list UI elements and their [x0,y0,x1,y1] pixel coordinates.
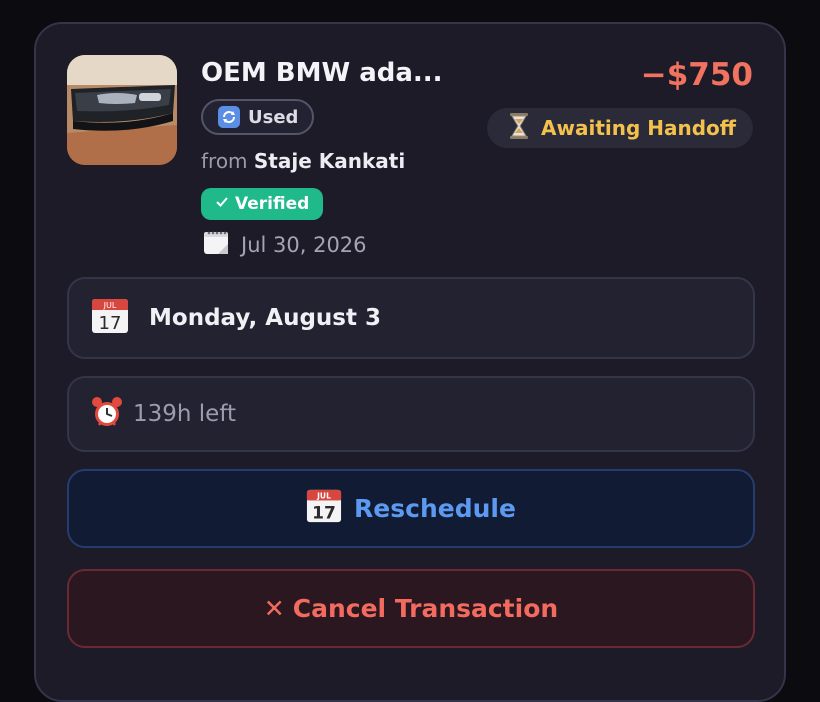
seller-name[interactable]: Staje Kankati [254,149,405,173]
notepad-calendar-icon [203,229,229,260]
time-remaining-box: 139h left [67,376,755,452]
verified-badge: Verified [201,188,324,220]
condition-badge: Used [201,99,315,135]
item-thumbnail[interactable] [67,55,177,165]
calendar-icon-day: 17 [99,313,122,334]
condition-label: Used [248,106,299,128]
repeat-icon [218,106,240,128]
calendar-icon-month: JUL [103,301,117,310]
status-label: Awaiting Handoff [541,116,736,140]
transaction-amount: −$750 [640,57,753,93]
meetup-date: Monday, August 3 [149,305,381,331]
cancel-transaction-button[interactable]: ✕ Cancel Transaction [67,569,755,648]
reschedule-button[interactable]: JUL 17 Reschedule [67,469,755,548]
calendar-icon: JUL 17 [306,488,342,530]
seller-line: from Staje Kankati [201,149,405,173]
hourglass-icon [509,112,529,144]
meetup-date-box[interactable]: JUL 17 Monday, August 3 [67,277,755,359]
calendar-icon: JUL 17 [91,297,129,339]
close-icon: ✕ [263,594,285,623]
checkmark-icon [215,194,229,214]
cancel-label: Cancel Transaction [292,594,559,623]
status-badge: Awaiting Handoff [487,108,753,148]
transaction-card: OEM BMW ada... −$750 Used Awaiting Hando… [34,22,786,702]
reschedule-label: Reschedule [354,494,516,523]
item-title[interactable]: OEM BMW ada... [201,58,443,88]
listing-date: Jul 30, 2026 [241,232,367,257]
alarm-clock-icon [91,396,123,432]
calendar-icon-day: 17 [312,503,336,523]
verified-label: Verified [235,194,310,214]
from-prefix: from [201,149,248,173]
listing-date-row: Jul 30, 2026 [203,229,367,260]
calendar-icon-month: JUL [316,491,331,500]
time-left: 139h left [133,401,237,427]
